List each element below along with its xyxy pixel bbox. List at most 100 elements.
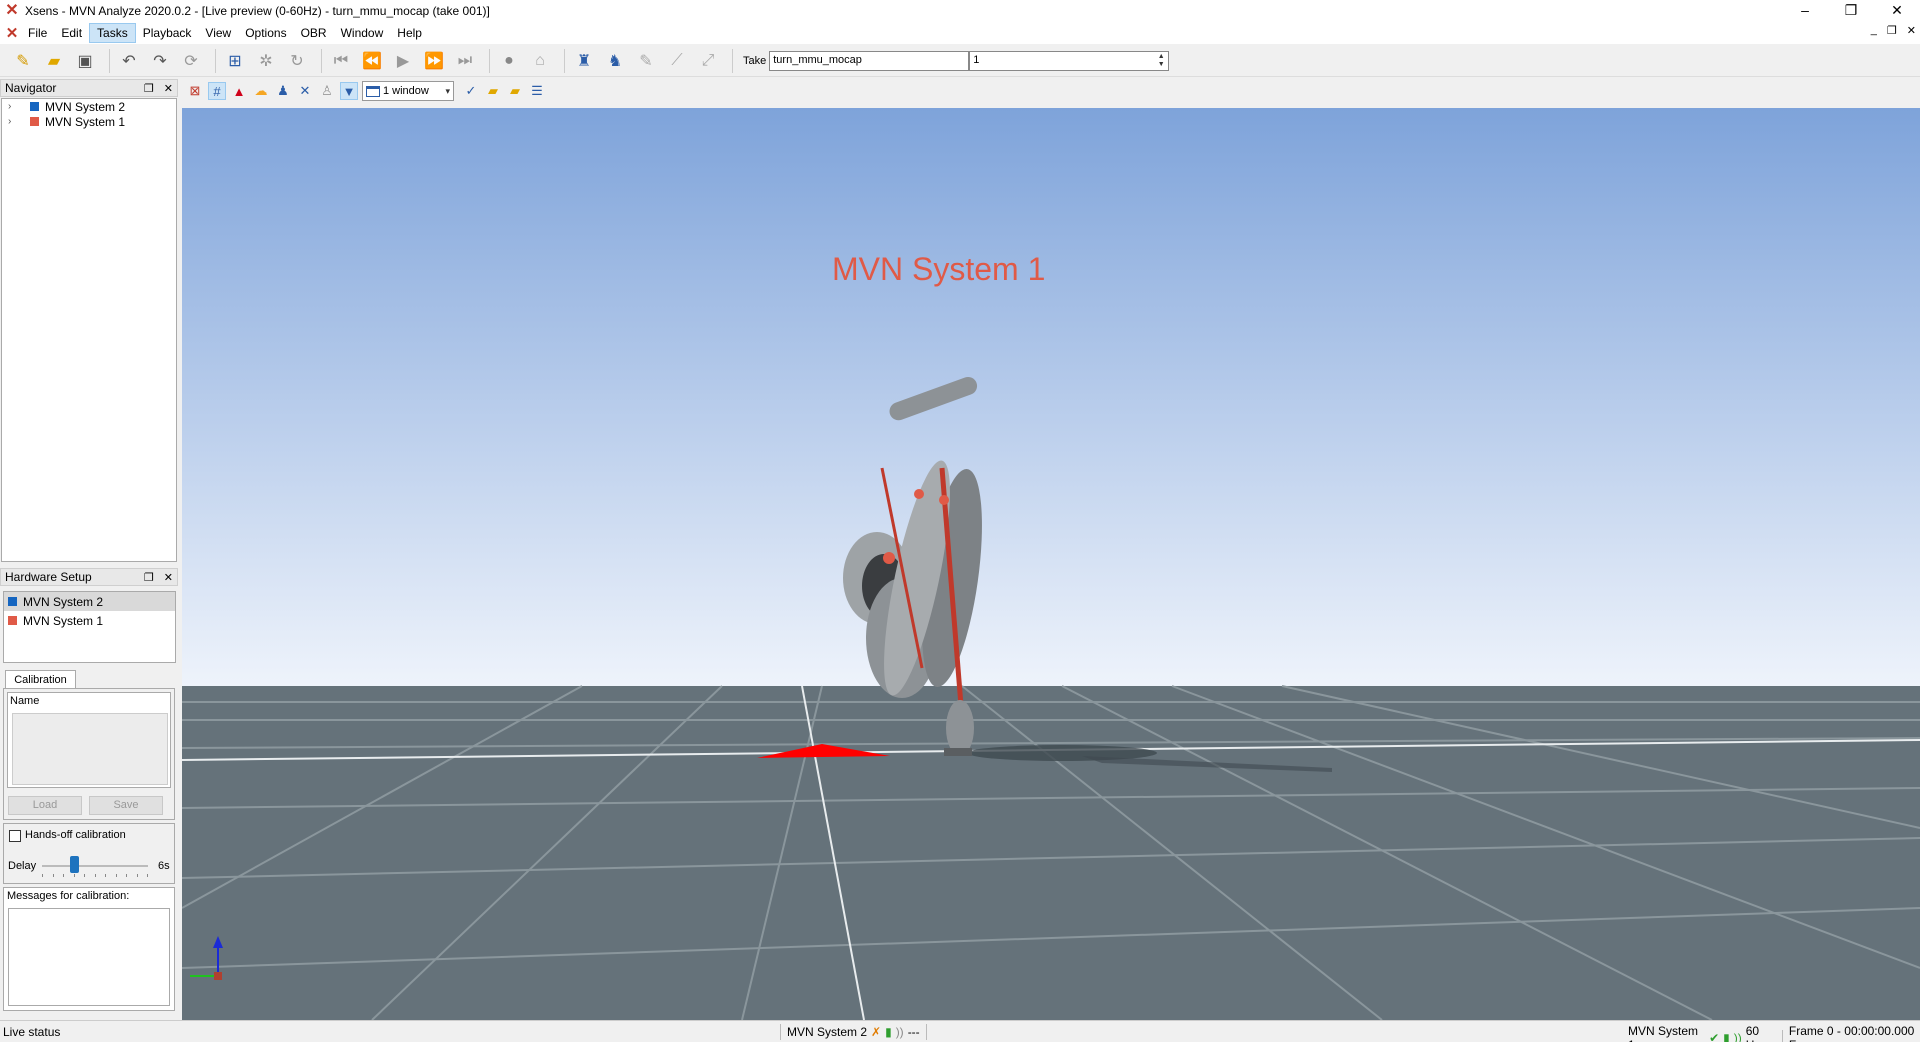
xsens-logo-icon: ✕	[5, 2, 19, 19]
chart-icon[interactable]: ✓	[462, 82, 480, 100]
hardware-item-system2[interactable]: MVN System 2	[4, 592, 175, 611]
reprocess-icon[interactable]: ↻	[284, 48, 310, 74]
menu-help[interactable]: Help	[390, 24, 429, 42]
menu-playback[interactable]: Playback	[136, 24, 199, 42]
edit-icon[interactable]: ✎	[633, 48, 659, 74]
mdi-controls: _ ❐ ✕	[1871, 24, 1916, 37]
play-icon[interactable]: ▶	[390, 48, 416, 74]
mdi-minimize-icon[interactable]: _	[1871, 24, 1877, 37]
avatar-hand	[944, 748, 972, 756]
calibration-list[interactable]	[12, 713, 168, 785]
delay-value: 6s	[158, 860, 170, 872]
actor-alt-icon[interactable]: ♞	[602, 48, 628, 74]
wizard-icon[interactable]: ✎	[10, 48, 36, 74]
close-icon[interactable]: ✕	[164, 571, 173, 584]
menu-options[interactable]: Options	[238, 24, 293, 42]
camera-follow-icon[interactable]: ▼	[340, 82, 358, 100]
step-back-icon[interactable]: ⏪	[359, 48, 385, 74]
floor	[182, 686, 1920, 1020]
list-view-icon[interactable]: ☰	[528, 82, 546, 100]
wireless-icon: ))	[1733, 1031, 1742, 1042]
save-icon[interactable]: ▣	[72, 48, 98, 74]
record-icon[interactable]: ●	[496, 48, 522, 74]
messages-group: Messages for calibration:	[3, 887, 175, 1011]
slider-ticks	[42, 874, 148, 878]
take-name-input[interactable]: turn_mmu_mocap	[769, 50, 970, 71]
chevron-right-icon[interactable]: ›	[8, 116, 20, 127]
step-forward-icon[interactable]: ⏩	[421, 48, 447, 74]
process-icon[interactable]: ✲	[253, 48, 279, 74]
handsoff-checkbox[interactable]	[9, 830, 21, 842]
take-number-value: 1	[973, 53, 980, 66]
lighting-icon[interactable]: ☁	[252, 82, 270, 100]
save-button[interactable]: Save	[89, 796, 163, 815]
chevron-right-icon[interactable]: ›	[8, 101, 20, 112]
tree-item-system2[interactable]: › MVN System 2	[2, 99, 176, 114]
menu-file[interactable]: File	[21, 24, 54, 42]
minimize-icon[interactable]: –	[1782, 0, 1828, 22]
network-icon[interactable]: ⊞	[222, 48, 248, 74]
undock-icon[interactable]: ❐	[144, 571, 154, 584]
close-icon[interactable]: ✕	[164, 82, 173, 95]
3d-viewport[interactable]: MVN System 1	[182, 108, 1920, 1020]
tree-item-system1[interactable]: › MVN System 1	[2, 114, 176, 129]
close-icon[interactable]: ✕	[1874, 0, 1920, 22]
navigator-title: Navigator	[5, 81, 57, 95]
stick-figure-icon[interactable]: ♙	[318, 82, 336, 100]
menu-window[interactable]: Window	[334, 24, 391, 42]
take-number-spinbox[interactable]: 1 ▲ ▼	[969, 50, 1170, 71]
menu-bar: ✕ File Edit Tasks Playback View Options …	[0, 22, 1920, 44]
undock-icon[interactable]: ❐	[144, 82, 154, 95]
undo-icon[interactable]: ↶	[116, 48, 142, 74]
delay-slider-handle[interactable]	[69, 856, 79, 873]
hardware-item-system1[interactable]: MVN System 1	[4, 611, 175, 630]
fullscreen-icon[interactable]: ⤢	[695, 48, 721, 74]
mdi-close-icon[interactable]: ✕	[1907, 24, 1916, 37]
tree-item-label: MVN System 1	[45, 114, 126, 129]
head-joint	[883, 552, 895, 564]
skeleton-icon[interactable]: ✕	[296, 82, 314, 100]
refresh-icon[interactable]: ⟳	[178, 48, 204, 74]
take-label: Take	[743, 54, 767, 67]
mdi-restore-icon[interactable]: ❐	[1887, 24, 1897, 37]
sky	[182, 108, 1920, 686]
title-bar: ✕ Xsens - MVN Analyze 2020.0.2 - [Live p…	[0, 0, 1920, 22]
tag-icon[interactable]: ⌂	[527, 48, 553, 74]
scene-svg: MVN System 1	[182, 108, 1920, 1020]
open-folder-icon[interactable]: ▰	[41, 48, 67, 74]
spin-arrows-icon[interactable]: ▲ ▼	[1155, 53, 1167, 69]
restore-icon[interactable]: ❐	[1828, 0, 1874, 22]
hardware-setup-header: Hardware Setup ❐ ✕	[0, 568, 178, 586]
hardware-item-label: MVN System 2	[23, 594, 104, 609]
skip-to-end-icon[interactable]: ⏭	[452, 48, 478, 74]
knee-joint	[914, 489, 924, 499]
tab-calibration[interactable]: Calibration	[5, 670, 76, 689]
window-layout-select[interactable]: 1 window ▾	[362, 81, 454, 101]
fit-view-icon[interactable]: ⊠	[186, 82, 204, 100]
hardware-list: MVN System 2 MVN System 1	[3, 591, 176, 663]
battery-icon: ▮	[1723, 1031, 1730, 1042]
load-button[interactable]: Load	[8, 796, 82, 815]
graph-icon[interactable]: ⟋	[664, 48, 690, 74]
grid-icon[interactable]: #	[208, 82, 226, 100]
frame-label: Frame 0 - 00:00:00.000 F	[1788, 1024, 1915, 1042]
status-bar: Live status MVN System 2 ✗ ▮ )) --- MVN …	[0, 1020, 1920, 1042]
menu-edit[interactable]: Edit	[54, 24, 89, 42]
name-label: Name	[10, 695, 40, 707]
battery-icon: ▮	[885, 1025, 892, 1039]
window-layout-value: 1 window	[383, 85, 429, 97]
save-scene-icon[interactable]: ▰	[506, 82, 524, 100]
main-toolbar: ✎ ▰ ▣ ↶ ↷ ⟳ ⊞ ✲ ↻ ⏮ ⏪ ▶ ⏩ ⏭ ● ⌂ ♜ ♞ ✎ ⟋ …	[0, 45, 1920, 77]
origin-icon[interactable]: ▲	[230, 82, 248, 100]
menu-view[interactable]: View	[198, 24, 238, 42]
delay-slider[interactable]	[42, 865, 148, 867]
viewport-toolbar: ⊠ # ▲ ☁ ♟ ✕ ♙ ▼ 1 window ▾ ✓ ▰ ▰ ☰	[182, 79, 1920, 103]
redo-icon[interactable]: ↷	[147, 48, 173, 74]
actor-icon[interactable]: ♜	[571, 48, 597, 74]
menu-obr[interactable]: OBR	[294, 24, 334, 42]
skip-to-start-icon[interactable]: ⏮	[328, 48, 354, 74]
menu-tasks[interactable]: Tasks	[89, 23, 136, 43]
app-menu-icon[interactable]: ✕	[3, 24, 21, 42]
open-scene-icon[interactable]: ▰	[484, 82, 502, 100]
avatar-icon[interactable]: ♟	[274, 82, 292, 100]
